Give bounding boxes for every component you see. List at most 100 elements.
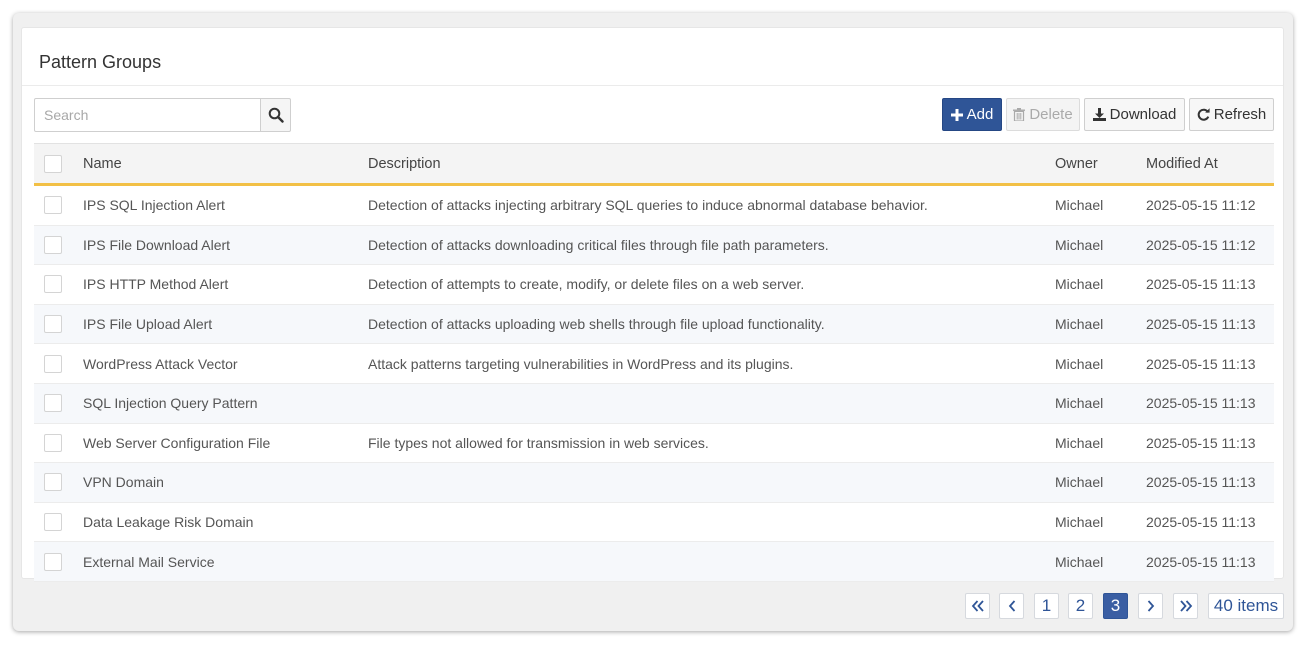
table-row[interactable]: VPN Domain Michael 2025-05-15 11:13 <box>34 463 1274 503</box>
header-name[interactable]: Name <box>83 144 122 183</box>
row-modified-at: 2025-05-15 11:13 <box>1146 514 1256 531</box>
trash-icon <box>1013 108 1026 121</box>
next-page-button[interactable] <box>1138 593 1163 619</box>
table-row[interactable]: SQL Injection Query Pattern Michael 2025… <box>34 383 1274 424</box>
row-owner: Michael <box>1055 236 1104 253</box>
row-description: Detection of attempts to create, modify,… <box>368 276 805 293</box>
row-owner: Michael <box>1055 434 1104 451</box>
download-button[interactable]: Download <box>1084 98 1185 131</box>
panel-title: Pattern Groups <box>39 52 162 72</box>
row-checkbox[interactable] <box>44 513 62 532</box>
row-modified-at: 2025-05-15 11:12 <box>1146 197 1256 214</box>
row-name: IPS SQL Injection Alert <box>83 197 225 214</box>
search-input[interactable] <box>34 98 261 132</box>
row-checkbox-cell <box>44 542 64 581</box>
row-description: Attack patterns targeting vulnerabilitie… <box>368 355 794 372</box>
row-checkbox-cell <box>44 226 64 265</box>
double-chevron-right-icon <box>1179 600 1193 612</box>
search-button[interactable] <box>260 98 291 132</box>
row-checkbox-cell <box>44 463 64 502</box>
header-description[interactable]: Description <box>368 144 441 183</box>
refresh-button[interactable]: Refresh <box>1189 98 1274 131</box>
row-checkbox[interactable] <box>44 552 62 571</box>
row-checkbox[interactable] <box>44 315 62 334</box>
page-3-button[interactable]: 3 <box>1103 593 1128 619</box>
row-description: Detection of attacks downloading critica… <box>368 236 829 253</box>
chevron-right-icon <box>1147 600 1155 612</box>
table-header: Name Description Owner Modified At <box>34 143 1274 186</box>
chevron-left-icon <box>1008 600 1016 612</box>
last-page-button[interactable] <box>1173 593 1198 619</box>
row-modified-at: 2025-05-15 11:13 <box>1146 474 1256 491</box>
title-divider <box>22 85 1283 86</box>
row-description: File types not allowed for transmission … <box>368 434 709 451</box>
row-owner: Michael <box>1055 553 1104 570</box>
row-checkbox[interactable] <box>44 473 62 492</box>
row-checkbox-cell <box>44 265 64 304</box>
row-description: Detection of attacks uploading web shell… <box>368 316 825 333</box>
row-modified-at: 2025-05-15 11:13 <box>1146 276 1256 293</box>
row-checkbox-cell <box>44 384 64 423</box>
table-row[interactable]: IPS HTTP Method Alert Detection of attem… <box>34 265 1274 305</box>
row-name: Web Server Configuration File <box>83 434 271 451</box>
table-row[interactable]: External Mail Service Michael 2025-05-15… <box>34 542 1274 582</box>
row-checkbox-cell <box>44 424 64 463</box>
refresh-icon <box>1197 108 1210 121</box>
table-row[interactable]: Web Server Configuration File File types… <box>34 424 1274 464</box>
row-name: IPS HTTP Method Alert <box>83 276 229 293</box>
row-name: VPN Domain <box>83 474 164 491</box>
row-checkbox[interactable] <box>44 394 62 413</box>
row-checkbox[interactable] <box>44 433 62 452</box>
page-2-button[interactable]: 2 <box>1068 593 1093 619</box>
plus-icon <box>950 108 963 121</box>
row-modified-at: 2025-05-15 11:13 <box>1146 355 1256 372</box>
first-page-button[interactable] <box>965 593 990 619</box>
double-chevron-left-icon <box>971 600 985 612</box>
delete-button[interactable]: Delete <box>1006 98 1080 131</box>
table-row[interactable]: Data Leakage Risk Domain Michael 2025-05… <box>34 503 1274 543</box>
search-icon <box>268 107 284 123</box>
row-name: External Mail Service <box>83 553 215 570</box>
add-button[interactable]: Add <box>942 98 1002 131</box>
row-owner: Michael <box>1055 474 1104 491</box>
pattern-groups-table: Name Description Owner Modified At IPS S… <box>34 143 1274 582</box>
row-owner: Michael <box>1055 514 1104 531</box>
row-checkbox-cell <box>44 503 64 542</box>
refresh-button-label: Refresh <box>1213 106 1267 123</box>
select-all-checkbox[interactable] <box>44 154 62 173</box>
header-owner[interactable]: Owner <box>1055 144 1098 183</box>
row-modified-at: 2025-05-15 11:13 <box>1146 553 1256 570</box>
add-button-label: Add <box>966 106 994 123</box>
row-checkbox-cell <box>44 344 64 383</box>
download-icon <box>1092 108 1106 121</box>
row-owner: Michael <box>1055 355 1104 372</box>
table-row[interactable]: IPS File Upload Alert Detection of attac… <box>34 304 1274 345</box>
row-owner: Michael <box>1055 316 1104 333</box>
row-description: Detection of attacks injecting arbitrary… <box>368 197 928 214</box>
pattern-groups-panel: Pattern Groups Add Delete Download <box>21 27 1284 582</box>
row-modified-at: 2025-05-15 11:13 <box>1146 316 1256 333</box>
row-modified-at: 2025-05-15 11:12 <box>1146 236 1256 253</box>
row-checkbox[interactable] <box>44 354 62 373</box>
row-checkbox[interactable] <box>44 275 62 294</box>
row-name: Data Leakage Risk Domain <box>83 514 254 531</box>
prev-page-button[interactable] <box>999 593 1024 619</box>
row-name: WordPress Attack Vector <box>83 355 238 372</box>
page-1-button[interactable]: 1 <box>1034 593 1059 619</box>
table-row[interactable]: WordPress Attack Vector Attack patterns … <box>34 344 1274 384</box>
delete-button-label: Delete <box>1029 106 1073 123</box>
row-modified-at: 2025-05-15 11:13 <box>1146 395 1256 412</box>
row-owner: Michael <box>1055 197 1104 214</box>
row-checkbox-cell <box>44 305 64 344</box>
table-row[interactable]: IPS SQL Injection Alert Detection of att… <box>34 186 1274 226</box>
row-modified-at: 2025-05-15 11:13 <box>1146 434 1256 451</box>
row-checkbox[interactable] <box>44 196 62 215</box>
header-modified-at[interactable]: Modified At <box>1146 144 1218 183</box>
pattern-groups-window: Pattern Groups Add Delete Download <box>13 13 1293 631</box>
total-items-count: 40 items <box>1208 593 1284 619</box>
row-name: IPS File Download Alert <box>83 236 231 253</box>
row-checkbox[interactable] <box>44 235 62 254</box>
row-name: SQL Injection Query Pattern <box>83 395 258 412</box>
row-owner: Michael <box>1055 395 1104 412</box>
table-row[interactable]: IPS File Download Alert Detection of att… <box>34 225 1274 266</box>
